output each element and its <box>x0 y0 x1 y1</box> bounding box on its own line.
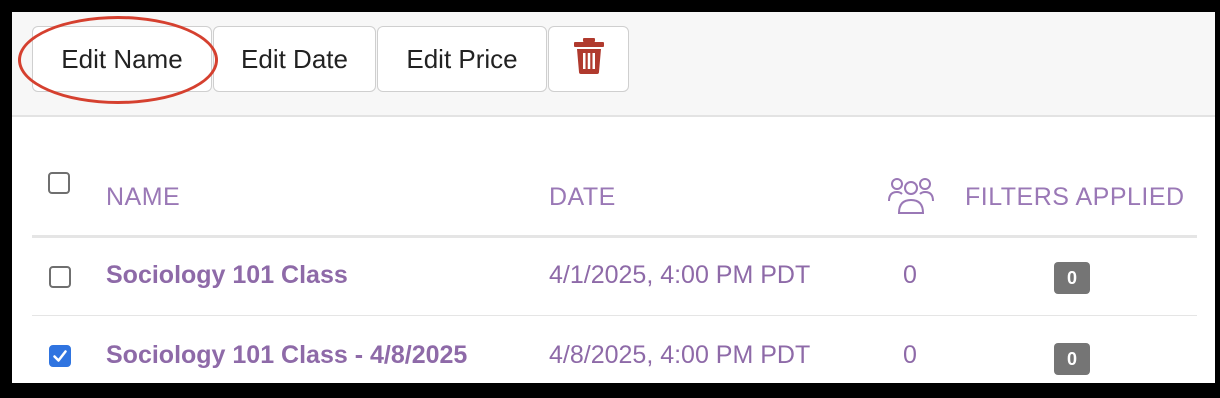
edit-date-button[interactable]: Edit Date <box>213 26 376 92</box>
filters-applied-badge: 0 <box>1054 343 1090 375</box>
action-toolbar: Edit Name Edit Date Edit Price <box>12 12 1215 117</box>
edit-name-button[interactable]: Edit Name <box>32 26 212 92</box>
checkmark-icon <box>53 350 67 362</box>
edit-date-label: Edit Date <box>241 43 348 74</box>
people-icon <box>888 177 934 220</box>
column-header-filters-applied[interactable]: FILTERS APPLIED <box>965 183 1185 212</box>
table-header: NAME DATE FILTERS APPLIED <box>32 115 1197 238</box>
attendee-count: 0 <box>903 341 917 369</box>
event-name-link[interactable]: Sociology 101 Class <box>106 261 348 290</box>
column-header-name[interactable]: NAME <box>106 183 180 212</box>
event-name-link[interactable]: Sociology 101 Class - 4/8/2025 <box>106 341 467 370</box>
row-checkbox[interactable] <box>49 266 71 288</box>
event-date: 4/1/2025, 4:00 PM PDT <box>549 261 811 289</box>
column-header-date[interactable]: DATE <box>549 183 616 212</box>
edit-price-button[interactable]: Edit Price <box>377 26 547 92</box>
app-frame: Edit Name Edit Date Edit Price NAME DATE… <box>12 12 1215 383</box>
filters-applied-count: 0 <box>1066 348 1077 369</box>
select-all-checkbox[interactable] <box>48 172 70 194</box>
delete-button[interactable] <box>548 26 629 92</box>
event-date: 4/8/2025, 4:00 PM PDT <box>549 341 811 369</box>
row-checkbox-checked[interactable] <box>49 345 71 367</box>
filters-applied-badge: 0 <box>1054 262 1090 294</box>
table-row[interactable]: Sociology 101 Class - 4/8/2025 4/8/2025,… <box>32 317 1197 383</box>
trash-icon <box>573 37 604 81</box>
filters-applied-count: 0 <box>1066 267 1077 288</box>
edit-name-label: Edit Name <box>61 43 183 74</box>
attendee-count: 0 <box>903 261 917 289</box>
table-row[interactable]: Sociology 101 Class 4/1/2025, 4:00 PM PD… <box>32 237 1197 316</box>
edit-price-label: Edit Price <box>406 43 518 74</box>
